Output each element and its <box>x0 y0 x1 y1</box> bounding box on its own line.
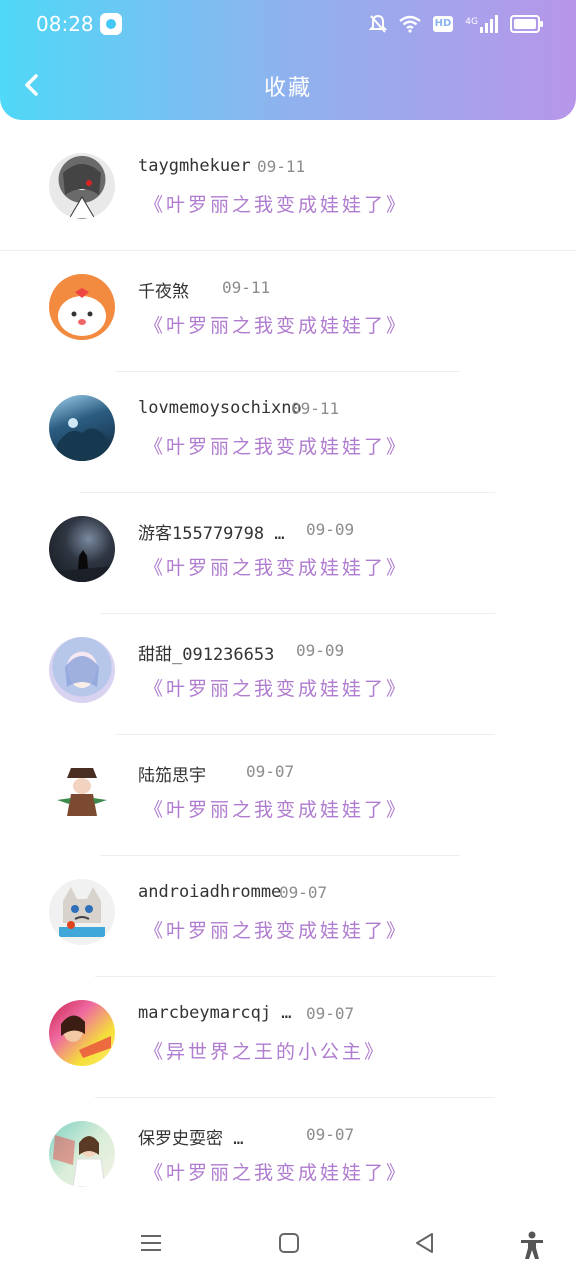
date: 09-07 <box>246 762 295 781</box>
battery-icon <box>510 15 543 33</box>
user-name: 千夜煞 <box>138 282 189 302</box>
user-name: 陆笳思宇 <box>138 766 206 786</box>
user-name: 保罗史耍密 … <box>138 1129 244 1149</box>
book-title[interactable]: 《叶罗丽之我变成娃娃了》 <box>144 795 408 822</box>
home-square-icon[interactable] <box>276 1230 302 1256</box>
book-title[interactable]: 《叶罗丽之我变成娃娃了》 <box>144 1158 408 1185</box>
grumpy-cat-avatar <box>49 879 115 945</box>
list-item[interactable]: androiadhromme 09-07 《叶罗丽之我变成娃娃了》 <box>0 856 576 977</box>
girl-photo-avatar <box>49 1121 115 1187</box>
book-title[interactable]: 《异世界之王的小公主》 <box>144 1037 386 1064</box>
date: 09-11 <box>257 157 306 176</box>
cartoon-dog-avatar <box>49 274 115 340</box>
date: 09-09 <box>306 520 355 539</box>
list-item[interactable]: lovmemoysochixno 09-11 《叶罗丽之我变成娃娃了》 <box>0 372 576 493</box>
colorful-photo-avatar <box>49 1000 115 1066</box>
date: 09-07 <box>279 883 328 902</box>
signal-icon: 4G <box>465 15 498 33</box>
status-icons: HD 4G <box>368 14 543 34</box>
user-name: taygmhekuer <box>138 156 251 176</box>
user-name: 游客155779798 … <box>138 524 285 544</box>
book-title[interactable]: 《叶罗丽之我变成娃娃了》 <box>144 674 408 701</box>
list-item[interactable]: 甜甜_091236653 09-09 《叶罗丽之我变成娃娃了》 <box>0 614 576 735</box>
user-name: marcbeymarcqj … <box>138 1003 292 1023</box>
blue-anime-avatar <box>49 637 115 703</box>
back-triangle-icon[interactable] <box>412 1230 438 1256</box>
favorites-list: taygmhekuer 09-11 《叶罗丽之我变成娃娃了》 千夜煞 09-11… <box>0 130 576 1219</box>
user-name: 甜甜_091236653 <box>138 645 275 665</box>
header-bar: 08:28 HD 4G 收藏 <box>0 0 576 120</box>
page-title: 收藏 <box>263 76 312 101</box>
game-scene-avatar <box>49 395 115 461</box>
network-label: 4G <box>465 17 478 27</box>
book-title[interactable]: 《叶罗丽之我变成娃娃了》 <box>144 190 408 217</box>
date: 09-11 <box>222 278 271 297</box>
accessibility-icon[interactable] <box>518 1230 546 1260</box>
user-name: lovmemoysochixno <box>138 398 302 418</box>
date: 09-09 <box>296 641 345 660</box>
bell-muted-icon <box>368 14 387 33</box>
list-item[interactable]: taygmhekuer 09-11 《叶罗丽之我变成娃娃了》 <box>0 130 576 251</box>
chibi-character-avatar <box>49 758 115 824</box>
book-title[interactable]: 《叶罗丽之我变成娃娃了》 <box>144 432 408 459</box>
list-item[interactable]: 陆笳思宇 09-07 《叶罗丽之我变成娃娃了》 <box>0 735 576 856</box>
date: 09-07 <box>306 1125 355 1144</box>
wifi-icon <box>398 15 421 33</box>
anime-girl-avatar <box>49 153 115 219</box>
date: 09-11 <box>291 399 340 418</box>
dark-night-avatar <box>49 516 115 582</box>
system-nav-bar <box>0 1210 576 1280</box>
hd-badge: HD <box>432 16 454 32</box>
list-item[interactable]: marcbeymarcqj … 09-07 《异世界之王的小公主》 <box>0 977 576 1098</box>
book-title[interactable]: 《叶罗丽之我变成娃娃了》 <box>144 916 408 943</box>
book-title[interactable]: 《叶罗丽之我变成娃娃了》 <box>144 553 408 580</box>
menu-icon[interactable] <box>138 1230 164 1256</box>
date: 09-07 <box>306 1004 355 1023</box>
list-item[interactable]: 保罗史耍密 … 09-07 《叶罗丽之我变成娃娃了》 <box>0 1098 576 1219</box>
user-name: androiadhromme <box>138 882 282 902</box>
book-title[interactable]: 《叶罗丽之我变成娃娃了》 <box>144 311 408 338</box>
app-notification-icon <box>100 13 122 35</box>
list-item[interactable]: 千夜煞 09-11 《叶罗丽之我变成娃娃了》 <box>0 251 576 372</box>
status-time: 08:28 <box>36 12 94 36</box>
list-item[interactable]: 游客155779798 … 09-09 《叶罗丽之我变成娃娃了》 <box>0 493 576 614</box>
